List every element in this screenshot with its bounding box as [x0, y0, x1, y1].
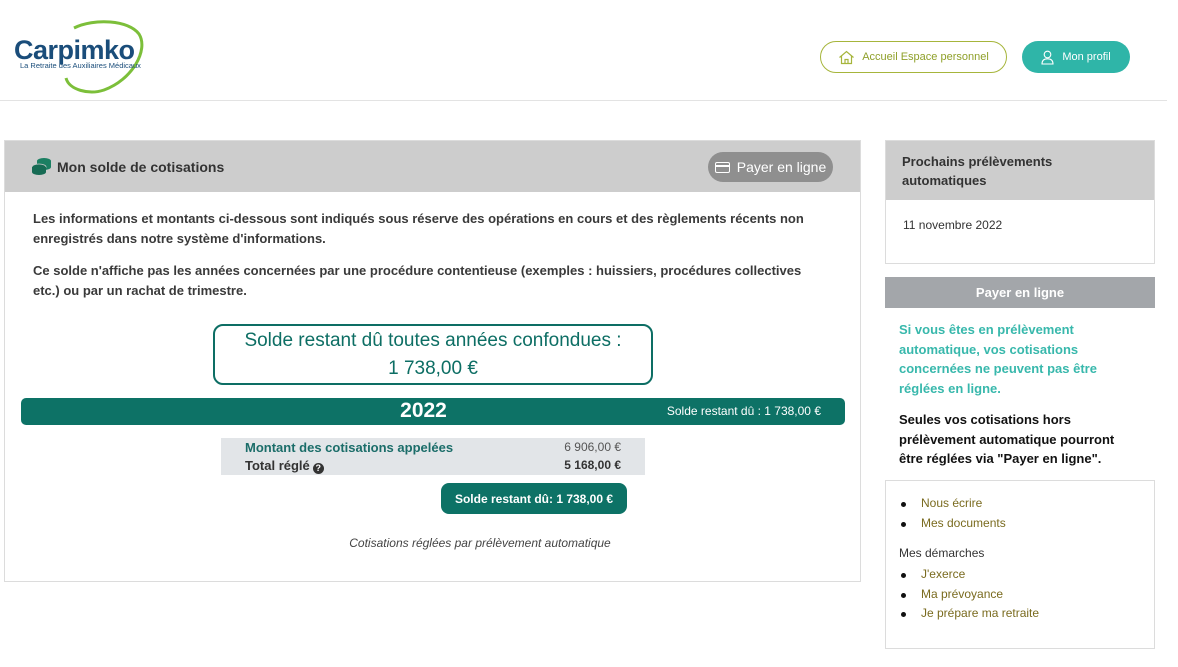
year-balance: Solde restant dû : 1 738,00 € [666, 404, 821, 418]
total-balance-value: 1 738,00 € [388, 358, 478, 379]
home-button-label: Accueil Espace personnel [862, 51, 989, 63]
link-ma-prevoyance[interactable]: Ma prévoyance [900, 585, 1039, 605]
home-icon [839, 50, 855, 64]
logo-tagline: La Retraite des Auxiliaires Médicaux [20, 61, 141, 70]
link-j-exerce[interactable]: J'exerce [900, 565, 1039, 585]
amount-called-value: 6 906,00 € [564, 440, 621, 454]
link-je-prepare-ma-retraite[interactable]: Je prépare ma retraite [900, 604, 1039, 624]
profile-button-label: Mon profil [1062, 51, 1111, 63]
user-icon [1041, 50, 1054, 65]
carpimko-logo[interactable]: Carpimko La Retraite des Auxiliaires Méd… [14, 20, 159, 95]
solde-panel: Mon solde de cotisations Payer en ligne … [4, 140, 861, 582]
total-paid-text: Total réglé [245, 458, 310, 473]
total-balance-label: Solde restant dû toutes années confondue… [244, 330, 622, 351]
demarches-list: J'exerce Ma prévoyance Je prépare ma ret… [900, 565, 1039, 624]
year-bar[interactable]: 2022 Solde restant dû : 1 738,00 € [21, 398, 845, 425]
pay-online-button-label: Payer en ligne [736, 159, 827, 175]
pay-online-button[interactable]: Payer en ligne [708, 152, 833, 182]
profile-button[interactable]: Mon profil [1022, 41, 1130, 73]
link-mes-documents[interactable]: Mes documents [901, 514, 1006, 534]
links-card: Nous écrire Mes documents Mes démarches … [885, 480, 1155, 649]
total-balance-box: Solde restant dû toutes années confondue… [213, 324, 653, 385]
demarches-label: Mes démarches [899, 546, 985, 560]
link-nous-ecrire[interactable]: Nous écrire [901, 494, 1006, 514]
manual-payment-info: Seules vos cotisations hors prélèvement … [899, 412, 1115, 466]
home-button[interactable]: Accueil Espace personnel [820, 41, 1007, 73]
next-debit-date: 11 novembre 2022 [903, 218, 1003, 232]
exclusion-paragraph: Ce solde n'affiche pas les années concer… [33, 263, 802, 298]
next-debits-title: Prochains prélèvements automatiques [886, 141, 1154, 200]
quick-links-list: Nous écrire Mes documents [901, 494, 1006, 534]
amount-called-label: Montant des cotisations appelées [245, 440, 454, 455]
remaining-balance-button[interactable]: Solde restant dû: 1 738,00 € [441, 483, 627, 514]
auto-debit-note: Cotisations réglées par prélèvement auto… [349, 536, 611, 550]
coins-icon [31, 158, 51, 175]
pay-online-section-title: Payer en ligne [885, 277, 1155, 308]
site-header: Carpimko La Retraite des Auxiliaires Méd… [0, 0, 1167, 101]
info-paragraph: Les informations et montants ci-dessous … [33, 211, 804, 246]
help-icon[interactable]: ? [312, 463, 324, 474]
solde-panel-header: Mon solde de cotisations Payer en ligne [5, 141, 860, 192]
total-paid-value: 5 168,00 € [564, 458, 621, 472]
total-paid-label: Total réglé? [245, 458, 324, 474]
auto-debit-info: Si vous êtes en prélèvement automatique,… [899, 322, 1097, 396]
credit-card-icon [714, 161, 730, 173]
next-debits-card: Prochains prélèvements automatiques 11 n… [885, 140, 1155, 264]
solde-panel-title: Mon solde de cotisations [57, 158, 225, 175]
amounts-table: Montant des cotisations appelées 6 906,0… [221, 438, 645, 475]
